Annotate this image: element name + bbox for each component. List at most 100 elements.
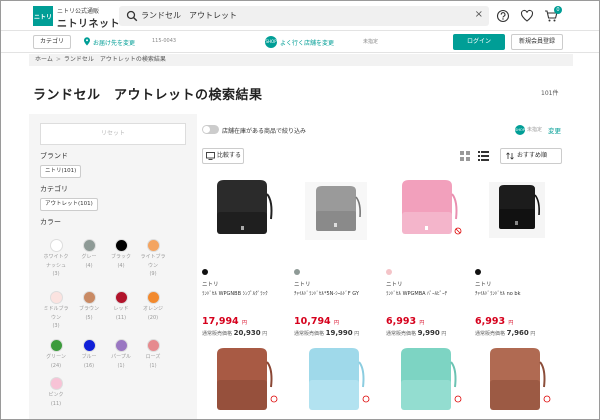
randoseru-image[interactable] [202, 347, 286, 417]
regular-price-label: 通常販売価格 [475, 331, 506, 337]
color-label: グレー [81, 254, 97, 260]
compare-button[interactable]: 比較する [202, 148, 244, 164]
location-pin-icon [84, 37, 90, 46]
search-input[interactable] [141, 6, 461, 26]
breadcrumb: ホーム > ランドセル アウトレットの検索結果 [29, 54, 573, 66]
color-dot [475, 269, 481, 275]
category-filter-chip[interactable]: アウトレット(101) [40, 198, 98, 211]
color-count: (3) [52, 323, 60, 329]
product-price: 10,794 円 [294, 316, 339, 327]
regular-price: 通常販売価格 20,930 円 [202, 329, 267, 337]
product-price: 6,993 円 [475, 316, 513, 327]
color-label: ライトブラ [140, 254, 166, 260]
color-swatch[interactable]: ミドルブラウン (3) [42, 291, 70, 330]
regular-price-value: 9,990 [417, 329, 440, 337]
color-swatch[interactable]: パープル (1) [107, 339, 135, 369]
reset-button[interactable]: リセット [40, 123, 186, 145]
color-swatch[interactable]: ブラック (4) [107, 239, 135, 269]
color-swatch[interactable]: ピンク (11) [42, 377, 70, 407]
color-label: ブルー [81, 354, 97, 360]
product-card[interactable]: ニトリ ﾁｬｲﾙﾄﾞﾗﾝﾄﾞｾﾙ no bk 6,993 円 通常販売価格 7,… [475, 179, 559, 341]
color-label: ブラウン [78, 306, 99, 312]
color-label: ウン [50, 314, 61, 321]
change-shop-link[interactable]: よく行く店舗を変更 [280, 38, 334, 47]
color-swatch[interactable]: グリーン (24) [42, 339, 70, 369]
randoseru-image[interactable] [294, 347, 378, 417]
price-value: 6,993 [386, 316, 417, 327]
color-dot [49, 339, 63, 352]
regular-price-value: 7,960 [506, 329, 529, 337]
color-filter-heading: カラー [40, 218, 61, 226]
shop-icon: SHOP [265, 36, 277, 48]
color-swatch[interactable]: オレンジ (20) [139, 291, 167, 321]
color-label: ホワイトク [43, 254, 69, 260]
grid-view-icon[interactable] [460, 151, 470, 161]
brand-filter-heading: ブランド [40, 152, 68, 160]
randoseru-image[interactable] [386, 179, 470, 249]
yen-unit: 円 [441, 331, 447, 337]
color-swatch[interactable]: ブラウン (5) [75, 291, 103, 321]
product-name[interactable]: ﾗﾝﾄﾞｾﾙ WPGMBA ﾊﾟｰﾙﾋﾟｰﾁ [386, 290, 447, 297]
login-button[interactable]: ログイン [453, 34, 505, 50]
change-shop-link[interactable]: 変更 [548, 125, 561, 135]
heart-icon[interactable] [520, 9, 534, 23]
color-swatch[interactable]: グレー (4) [75, 239, 103, 269]
product-brand: ニトリ [386, 282, 403, 288]
nitori-logo[interactable]: ニトリ [33, 6, 53, 26]
breadcrumb-current: ランドセル アウトレットの検索結果 [63, 56, 166, 63]
randoseru-image[interactable] [386, 347, 470, 417]
color-count: (4) [117, 262, 125, 269]
color-swatch[interactable]: レッド (11) [107, 291, 135, 321]
color-label: グリーン [46, 354, 66, 360]
color-count: (20) [147, 314, 159, 321]
color-count: (24) [50, 362, 62, 369]
price-value: 17,994 [202, 316, 239, 327]
randoseru-image[interactable] [202, 179, 286, 249]
change-delivery-link[interactable]: お届け先を変更 [93, 38, 135, 47]
product-name[interactable]: ﾁｬｲﾙﾄﾞﾗﾝﾄﾞｾﾙ*5N-ｼｰﾙﾄﾞF GY [294, 290, 359, 297]
product-name[interactable]: ﾗﾝﾄﾞｾﾙ WPGNBB ｼﾝﾌﾟﾙｸﾞﾗｯｸ [202, 290, 268, 297]
color-dot [202, 269, 208, 275]
color-label: ミドルブラ [43, 306, 69, 312]
shop-unset-text: 未指定 [527, 127, 543, 133]
color-swatch[interactable]: ローズ (1) [139, 339, 167, 369]
product-card[interactable]: ニトリ ﾗﾝﾄﾞｾﾙ WPGNBB ｼﾝﾌﾟﾙｸﾞﾗｯｸ 17,994 円 通常… [202, 179, 286, 341]
randoseru-image[interactable] [475, 347, 559, 417]
color-swatch[interactable]: ライトブラ ウン (9) [139, 239, 167, 278]
randoseru-image[interactable] [294, 179, 378, 249]
list-view-icon[interactable] [478, 151, 489, 161]
product-name[interactable]: ﾁｬｲﾙﾄﾞﾗﾝﾄﾞｾﾙ no bk [475, 290, 520, 297]
regular-price-value: 20,930 [233, 329, 261, 337]
page-title: ランドセル アウトレットの検索結果 [33, 88, 263, 103]
color-label: ウン [147, 262, 158, 269]
color-dot [49, 291, 63, 304]
clear-icon[interactable]: × [475, 9, 483, 20]
color-count: (16) [83, 362, 95, 369]
site-header: ニトリ ニトリ公式通販 ニトリネット × 0 [1, 1, 599, 31]
color-swatch[interactable]: ホワイトク ナッシュ (3) [42, 239, 70, 278]
brand-filter-chip[interactable]: ニトリ(101) [40, 165, 82, 178]
regular-price-value: 19,990 [325, 329, 353, 337]
regular-price: 通常販売価格 7,960 円 [475, 329, 535, 337]
store-stock-toggle[interactable] [202, 125, 219, 134]
breadcrumb-home[interactable]: ホーム [35, 56, 53, 63]
color-dot [49, 239, 63, 252]
sort-icon [506, 152, 514, 160]
yen-unit: 円 [333, 320, 339, 326]
color-count: (11) [50, 400, 62, 407]
brand-name[interactable]: ニトリネット [57, 15, 120, 30]
register-button[interactable]: 新規会員登録 [511, 34, 563, 50]
category-button[interactable]: カテゴリ [33, 35, 72, 49]
color-dot [146, 239, 160, 252]
color-label: ローズ [145, 354, 161, 360]
color-count: (1) [149, 362, 157, 369]
postal-code: 115-0043 [152, 38, 177, 44]
search-box[interactable]: × [119, 6, 489, 26]
product-card[interactable]: ニトリ ﾗﾝﾄﾞｾﾙ WPGMBA ﾊﾟｰﾙﾋﾟｰﾁ 6,993 円 通常販売価… [386, 179, 470, 341]
color-swatch[interactable]: ブルー (16) [75, 339, 103, 369]
product-card[interactable]: ニトリ ﾁｬｲﾙﾄﾞﾗﾝﾄﾞｾﾙ*5N-ｼｰﾙﾄﾞF GY 10,794 円 通… [294, 179, 378, 341]
sub-header: カテゴリ お届け先を変更 115-0043 SHOP よく行く店舗を変更 未指定… [1, 31, 599, 53]
sort-select[interactable]: おすすめ順 [500, 148, 562, 164]
help-icon[interactable] [496, 9, 510, 23]
randoseru-image[interactable] [475, 179, 559, 249]
